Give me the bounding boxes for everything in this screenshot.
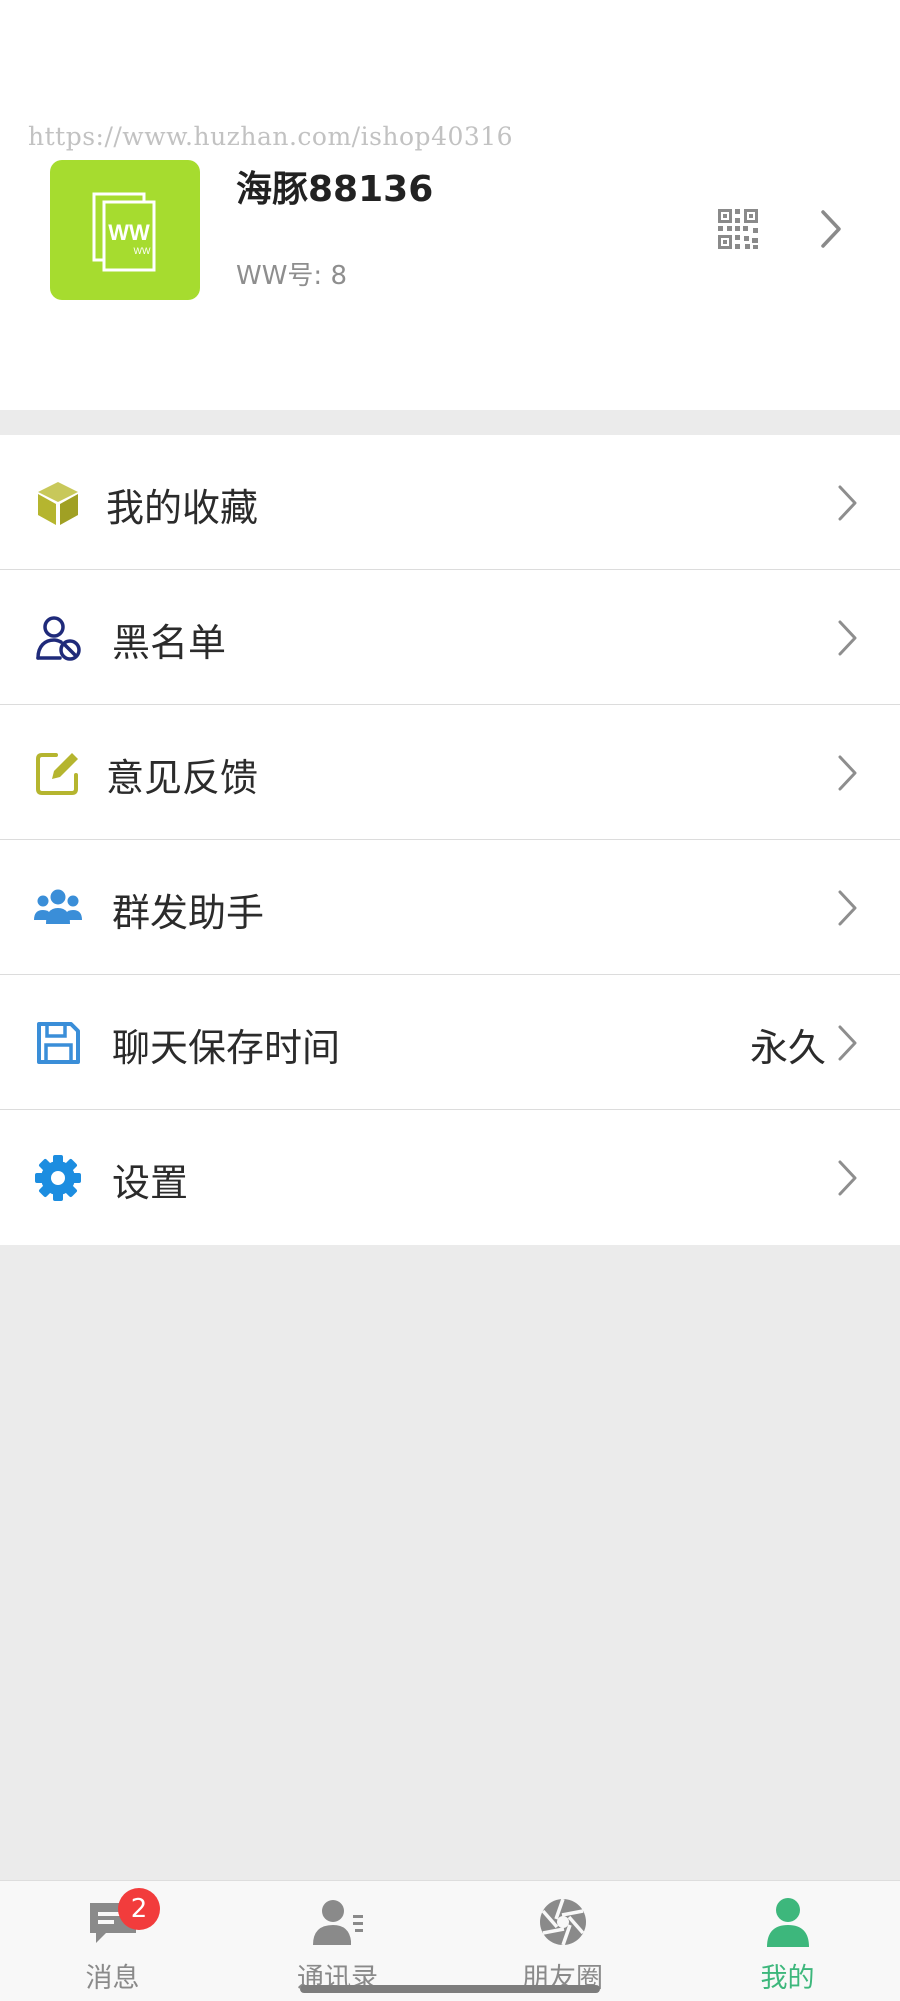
tab-contacts[interactable]: 通讯录: [225, 1881, 450, 2001]
chevron-right-icon: [838, 485, 857, 521]
tab-label: 我的: [760, 1963, 815, 1994]
group-icon: [34, 889, 82, 924]
edit-icon: [36, 753, 78, 795]
avatar-text-big: WW: [108, 220, 150, 245]
chevron-right-icon: [838, 890, 857, 926]
avatar-text-small: WW: [134, 246, 151, 256]
chevron-right-icon: [838, 620, 857, 656]
gear-icon: [35, 1155, 81, 1201]
tab-label: 消息: [85, 1963, 140, 1994]
watermark-text: https://www.huzhan.com/ishop40316: [28, 122, 514, 151]
qr-code-icon[interactable]: [717, 208, 759, 250]
contacts-icon: [313, 1900, 363, 1945]
user-block-icon: [36, 616, 81, 661]
menu-item-broadcast[interactable]: 群发助手: [0, 840, 900, 975]
chevron-right-icon: [838, 755, 857, 791]
menu-item-blacklist[interactable]: 黑名单: [0, 570, 900, 705]
tab-moments[interactable]: 朋友圈: [450, 1881, 675, 2001]
home-indicator[interactable]: [300, 1985, 600, 1993]
chat-retention-value: 永久: [749, 1026, 826, 1070]
menu-item-label: 设置: [112, 1161, 189, 1205]
menu-item-label: 聊天保存时间: [112, 1026, 341, 1070]
menu-list: 我的收藏 黑名单 意见反馈 群发助手 聊天保存时间 永久 设置: [0, 435, 900, 1245]
menu-item-label: 黑名单: [112, 621, 227, 665]
bottom-tab-bar: 2 消息 通讯录 朋友圈 我的: [0, 1880, 900, 2001]
menu-item-chat-retention[interactable]: 聊天保存时间 永久: [0, 975, 900, 1110]
tab-messages[interactable]: 2 消息: [0, 1881, 225, 2001]
unread-badge: 2: [118, 1888, 160, 1930]
avatar[interactable]: WW WW: [50, 160, 200, 300]
menu-item-settings[interactable]: 设置: [0, 1110, 900, 1245]
profile-id: WW号: 8: [236, 261, 347, 291]
menu-item-label: 意见反馈: [106, 756, 259, 800]
menu-item-feedback[interactable]: 意见反馈: [0, 705, 900, 840]
profile-chevron-right-icon[interactable]: [815, 208, 845, 250]
avatar-logo-icon: WW WW: [92, 192, 156, 272]
menu-item-favorites[interactable]: 我的收藏: [0, 435, 900, 570]
chevron-right-icon: [838, 1160, 857, 1196]
aperture-icon: [540, 1898, 586, 1946]
menu-item-label: 群发助手: [112, 891, 265, 935]
menu-item-label: 我的收藏: [106, 486, 259, 530]
profile-header[interactable]: WW WW 海豚88136 WW号: 8: [0, 0, 900, 410]
chevron-right-icon: [838, 1025, 857, 1061]
tab-me[interactable]: 我的: [675, 1881, 900, 2001]
person-icon: [767, 1898, 809, 1947]
save-icon: [37, 1022, 80, 1064]
profile-name: 海豚88136: [236, 169, 434, 210]
cube-icon: [38, 482, 78, 525]
